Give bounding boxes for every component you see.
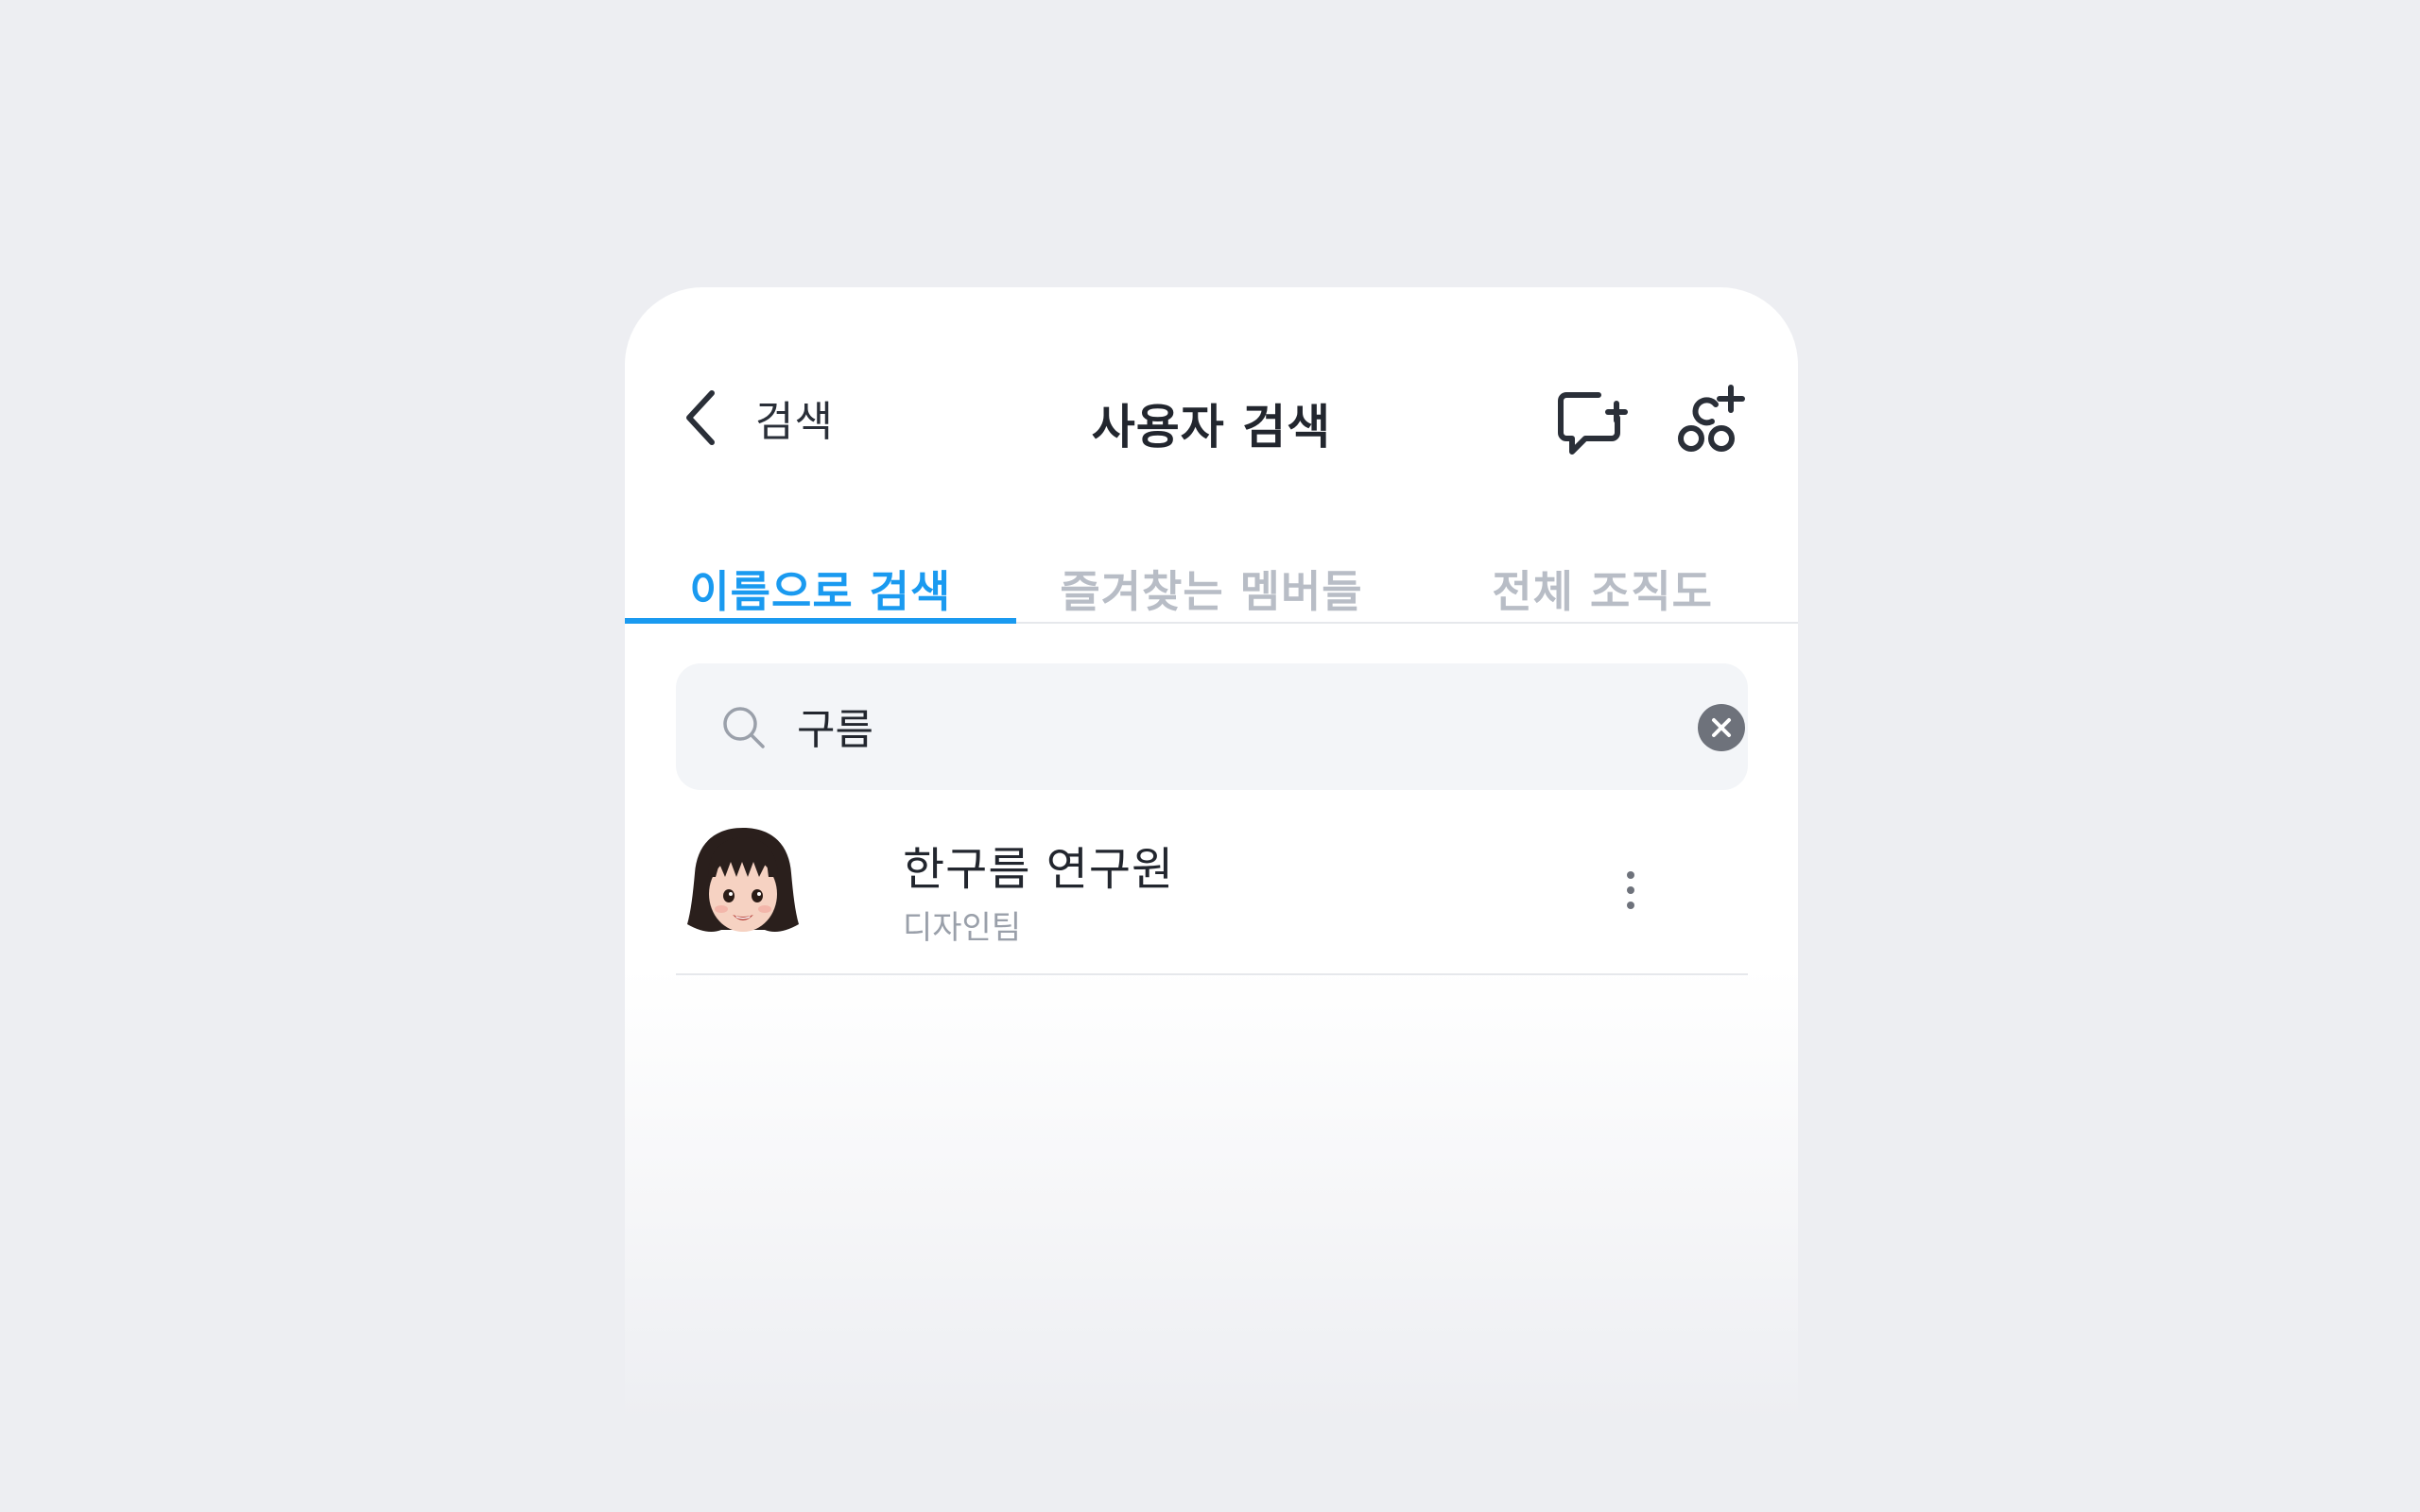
back-label: 검색 xyxy=(755,398,834,446)
more-vertical-icon-dot xyxy=(1627,902,1634,909)
tab-search-by-name[interactable]: 이름으로 검색 xyxy=(625,535,1016,624)
app-screen: 검색 사용자 검색 이름으로 검색 즐겨찾는 멤버들 전체 조직도 구름 한구름… xyxy=(0,0,2420,1512)
clear-search-button[interactable] xyxy=(1698,704,1745,751)
close-icon xyxy=(1710,716,1733,739)
search-input[interactable] xyxy=(797,690,1629,762)
user-department: 디자인팀 xyxy=(903,909,1022,947)
chat-bubble-plus-icon xyxy=(1553,384,1629,463)
avatar xyxy=(683,824,803,943)
add-group-icon xyxy=(1674,384,1750,463)
user-search-panel: 검색 사용자 검색 이름으로 검색 즐겨찾는 멤버들 전체 조직도 구름 한구름… xyxy=(625,287,1798,1421)
back-button[interactable]: 검색 xyxy=(674,380,834,455)
search-box xyxy=(676,663,1748,790)
more-vertical-icon-dot xyxy=(1627,886,1634,894)
add-group-button[interactable] xyxy=(1672,384,1752,463)
search-icon xyxy=(721,705,767,750)
user-name: 한구름 연구원 xyxy=(903,843,1175,896)
list-item[interactable]: 한구름 연구원 디자인팀 xyxy=(676,805,1748,975)
tab-bar: 이름으로 검색 즐겨찾는 멤버들 전체 조직도 xyxy=(625,535,1798,624)
tab-org-chart[interactable]: 전체 조직도 xyxy=(1407,535,1798,622)
new-chat-button[interactable] xyxy=(1551,384,1631,463)
chevron-left-icon xyxy=(674,384,727,452)
more-options-button[interactable] xyxy=(1602,854,1659,926)
header-bar: 검색 사용자 검색 xyxy=(625,287,1798,457)
more-vertical-icon xyxy=(1627,871,1634,879)
tab-favorite-members[interactable]: 즐겨찾는 멤버들 xyxy=(1016,535,1408,622)
